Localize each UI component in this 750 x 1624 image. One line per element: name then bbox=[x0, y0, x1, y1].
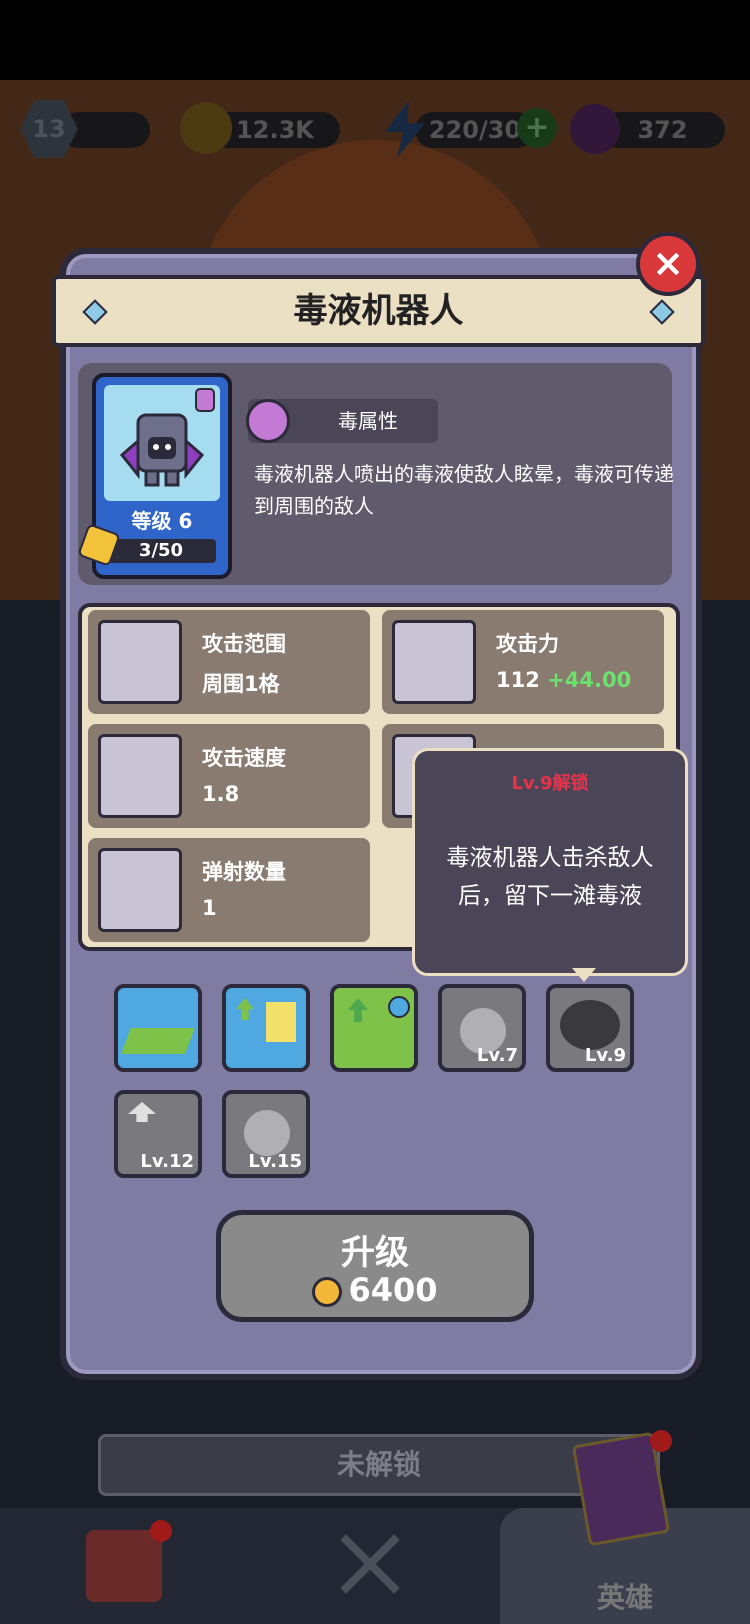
close-button[interactable]: × bbox=[636, 232, 700, 296]
skill-slot-7[interactable]: Lv.15 bbox=[222, 1090, 310, 1178]
skill-slot-3[interactable] bbox=[330, 984, 418, 1072]
range-boost-icon bbox=[128, 1102, 156, 1122]
upgrade-label: 升级 bbox=[341, 1233, 409, 1273]
element-tag: 毒属性 bbox=[246, 399, 438, 443]
notification-dot bbox=[650, 1430, 672, 1452]
poison-skull-icon bbox=[246, 399, 290, 443]
stat-value: 1.8 bbox=[202, 782, 240, 806]
upgrade-cost: 6400 bbox=[348, 1271, 438, 1309]
tooltip-arrow bbox=[572, 968, 596, 982]
upgrade-cost-row: 6400 bbox=[221, 1271, 529, 1309]
poison-puddle-icon bbox=[560, 1000, 620, 1050]
skill-slot-1[interactable] bbox=[114, 984, 202, 1072]
sword-speed-icon bbox=[98, 734, 182, 818]
crown-coin-icon bbox=[312, 1277, 343, 1307]
shop-tab[interactable] bbox=[86, 1530, 162, 1602]
shard-progress: 3/50 bbox=[106, 539, 216, 563]
area-skill-icon bbox=[121, 1028, 195, 1054]
stat-name: 弹射数量 bbox=[202, 860, 286, 884]
skill-slot-4[interactable]: Lv.7 bbox=[438, 984, 526, 1072]
tooltip-title: Lv.9解锁 bbox=[511, 773, 589, 794]
stat-value: 112 bbox=[496, 668, 540, 692]
crossed-swords-icon bbox=[392, 620, 476, 704]
stat-bonus: +44.00 bbox=[547, 668, 632, 692]
stat-attack-range: 攻击范围 周围1格 bbox=[88, 610, 370, 714]
atk-boost-icon bbox=[236, 998, 254, 1020]
venom-robot-icon bbox=[119, 388, 215, 487]
stat-name: 攻击力 bbox=[496, 632, 559, 656]
hp-boost-icon bbox=[244, 1110, 290, 1156]
skill-unlock-level: Lv.7 bbox=[476, 1045, 518, 1066]
stat-value: 周围1格 bbox=[202, 672, 280, 696]
modal-title: 毒液机器人 bbox=[293, 291, 464, 331]
upgrade-button[interactable]: 升级 6400 bbox=[216, 1210, 534, 1322]
hero-description: 毒液机器人喷出的毒液使敌人眩晕，毒液可传递到周围的敌人 bbox=[254, 462, 674, 518]
skill-slot-6[interactable]: Lv.12 bbox=[114, 1090, 202, 1178]
sword-range-icon bbox=[98, 620, 182, 704]
stat-attack-speed: 攻击速度 1.8 bbox=[88, 724, 370, 828]
skill-tooltip: Lv.9解锁 毒液机器人击杀敌人后，留下一滩毒液 bbox=[412, 748, 688, 976]
skill-slot-5[interactable]: Lv.9 bbox=[546, 984, 634, 1072]
stat-bounce-count: 弹射数量 1 bbox=[88, 838, 370, 942]
skill-unlock-level: Lv.12 bbox=[140, 1151, 194, 1172]
battle-tab[interactable] bbox=[332, 1526, 408, 1602]
stat-name: 攻击范围 bbox=[202, 632, 286, 656]
stat-name: 攻击速度 bbox=[202, 746, 286, 770]
stat-value: 1 bbox=[202, 896, 217, 920]
plus-tile-icon bbox=[266, 1002, 296, 1042]
stat-value-row: 112 +44.00 bbox=[496, 668, 631, 692]
hero-level: 等级 6 bbox=[131, 509, 193, 533]
bounce-faces-icon bbox=[98, 848, 182, 932]
tooltip-text: 毒液机器人击杀敌人后，留下一滩毒液 bbox=[446, 845, 654, 909]
modal-title-bar: 毒液机器人 bbox=[52, 275, 705, 347]
notification-dot bbox=[150, 1520, 172, 1542]
stat-attack-power: 攻击力 112 +44.00 bbox=[382, 610, 664, 714]
bottom-nav: 英雄 bbox=[0, 1430, 750, 1624]
venom-robot-portrait bbox=[104, 385, 220, 501]
skill-slot-2[interactable] bbox=[222, 984, 310, 1072]
skill-unlock-level: Lv.15 bbox=[248, 1151, 302, 1172]
heroes-label: 英雄 bbox=[596, 1581, 653, 1614]
skill-unlock-level: Lv.9 bbox=[584, 1045, 626, 1066]
element-label: 毒属性 bbox=[338, 409, 398, 433]
speed-boost-icon bbox=[348, 998, 368, 1022]
clock-icon bbox=[388, 996, 410, 1018]
